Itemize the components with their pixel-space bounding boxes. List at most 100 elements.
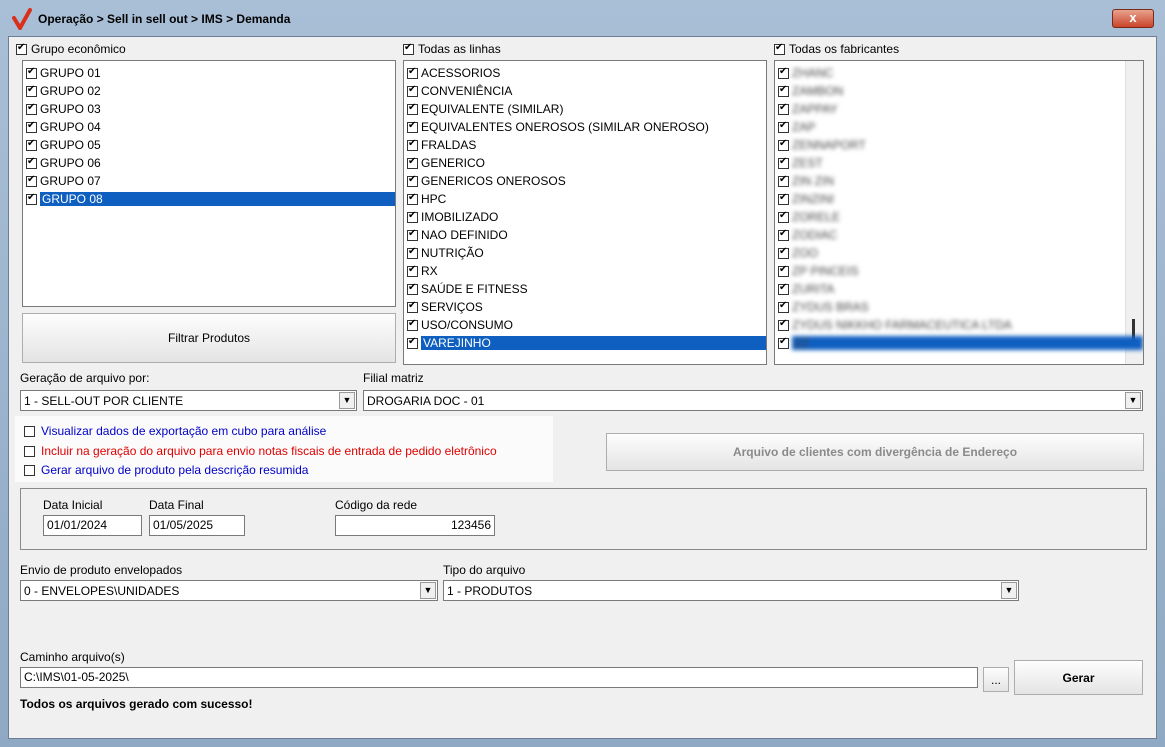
list-item-checkbox[interactable] [778, 282, 789, 295]
list-item[interactable]: ZHANC [775, 64, 1143, 82]
list-item-checkbox[interactable] [778, 246, 789, 259]
list-item[interactable]: GENERICOS ONEROSOS [404, 172, 766, 190]
list-item[interactable]: ZIN ZIN [775, 172, 1143, 190]
list-item[interactable]: SERVIÇOS [404, 298, 766, 316]
list-item[interactable]: ACESSORIOS [404, 64, 766, 82]
option-invoices-checkbox[interactable] [24, 445, 35, 457]
list-item[interactable]: GRUPO 08 [23, 190, 395, 208]
option-summary[interactable]: Gerar arquivo de produto pela descrição … [24, 463, 308, 477]
chevron-down-icon[interactable]: ▼ [339, 392, 355, 409]
list-item[interactable]: RX [404, 262, 766, 280]
list-item-checkbox[interactable] [407, 156, 418, 169]
manufacturers-scrollbar[interactable] [1125, 61, 1143, 364]
list-item[interactable]: GRUPO 01 [23, 64, 395, 82]
address-divergence-button[interactable]: Arquivo de clientes com divergência de E… [606, 433, 1144, 471]
list-item[interactable]: GRUPO 07 [23, 172, 395, 190]
list-item[interactable]: USO/CONSUMO [404, 316, 766, 334]
list-item[interactable]: GRUPO 05 [23, 136, 395, 154]
chevron-down-icon[interactable]: ▼ [1125, 392, 1141, 409]
list-item-checkbox[interactable] [407, 264, 418, 277]
list-item-checkbox[interactable] [778, 192, 789, 205]
list-item-checkbox[interactable] [26, 120, 37, 133]
list-item-checkbox[interactable] [407, 246, 418, 259]
list-item[interactable]: EQUIVALENTES ONEROSOS (SIMILAR ONEROSO) [404, 118, 766, 136]
list-item-checkbox[interactable] [778, 102, 789, 115]
list-item[interactable]: VAREJINHO [404, 334, 766, 352]
list-item-checkbox[interactable] [778, 264, 789, 277]
groups-list[interactable]: GRUPO 01 GRUPO 02 GRUPO 03 GRUPO 04 GRUPO 05… [22, 60, 396, 307]
list-item[interactable]: ZENNAPORT [775, 136, 1143, 154]
chevron-down-icon[interactable]: ▼ [1001, 582, 1017, 599]
list-item[interactable]: ZAMBON [775, 82, 1143, 100]
list-item-checkbox[interactable] [26, 174, 37, 187]
list-item-checkbox[interactable] [778, 228, 789, 241]
list-item[interactable]: ZP PINCEIS [775, 262, 1143, 280]
close-button[interactable]: x [1112, 9, 1154, 28]
list-item-checkbox[interactable] [407, 102, 418, 115]
path-input[interactable]: C:\IMS\01-05-2025\ [20, 667, 978, 688]
list-item[interactable]: ZODIAC [775, 226, 1143, 244]
list-item-checkbox[interactable] [407, 174, 418, 187]
option-invoices[interactable]: Incluir na geração do arquivo para envio… [24, 444, 497, 458]
groups-all-checkbox[interactable] [16, 42, 27, 55]
manufacturers-all-checkbox[interactable] [774, 42, 785, 55]
end-date-input[interactable]: 01/05/2025 [149, 515, 245, 536]
list-item-checkbox[interactable] [407, 210, 418, 223]
lines-all-checkbox[interactable] [403, 42, 414, 55]
manufacturers-header[interactable]: Todas os fabricantes [774, 41, 899, 57]
list-item[interactable]: ZAPPAY [775, 100, 1143, 118]
list-item-checkbox[interactable] [407, 282, 418, 295]
list-item-checkbox[interactable] [407, 300, 418, 313]
generate-button[interactable]: Gerar [1014, 660, 1143, 695]
list-item-checkbox[interactable] [407, 336, 418, 349]
list-item-checkbox[interactable] [407, 228, 418, 241]
branch-select[interactable]: DROGARIA DOC - 01 ▼ [363, 390, 1143, 411]
list-item[interactable]: NUTRIÇÃO [404, 244, 766, 262]
generation-select[interactable]: 1 - SELL-OUT POR CLIENTE ▼ [20, 390, 357, 411]
option-cube[interactable]: Visualizar dados de exportação em cubo p… [24, 424, 326, 438]
list-item-checkbox[interactable] [26, 192, 37, 205]
list-item-checkbox[interactable] [26, 102, 37, 115]
list-item[interactable]: HPC [404, 190, 766, 208]
list-item-checkbox[interactable] [407, 192, 418, 205]
manufacturers-list[interactable]: ZHANC ZAMBON ZAPPAY ZAP ZENNAPORT ZEST ZIN ZIN… [774, 60, 1144, 365]
list-item-checkbox[interactable] [778, 300, 789, 313]
list-item[interactable]: ZINZINI [775, 190, 1143, 208]
groups-header[interactable]: Grupo econômico [16, 41, 126, 57]
filter-products-button[interactable]: Filtrar Produtos [22, 313, 396, 363]
list-item-checkbox[interactable] [778, 138, 789, 151]
list-item-checkbox[interactable] [778, 156, 789, 169]
list-item-checkbox[interactable] [407, 138, 418, 151]
list-item-checkbox[interactable] [778, 120, 789, 133]
list-item-checkbox[interactable] [26, 156, 37, 169]
option-summary-checkbox[interactable] [24, 464, 35, 476]
list-item[interactable]: FRALDAS [404, 136, 766, 154]
list-item-checkbox[interactable] [778, 336, 789, 349]
list-item-checkbox[interactable] [26, 66, 37, 79]
file-type-select[interactable]: 1 - PRODUTOS ▼ [443, 580, 1019, 601]
network-code-input[interactable]: 123456 [335, 515, 495, 536]
list-item-checkbox[interactable] [26, 138, 37, 151]
list-item-checkbox[interactable] [778, 210, 789, 223]
lines-header[interactable]: Todas as linhas [403, 41, 501, 57]
list-item-checkbox[interactable] [778, 84, 789, 97]
list-item[interactable]: SAÚDE E FITNESS [404, 280, 766, 298]
list-item[interactable]: GENERICO [404, 154, 766, 172]
list-item[interactable]: GRUPO 02 [23, 82, 395, 100]
list-item[interactable]: IMOBILIZADO [404, 208, 766, 226]
chevron-down-icon[interactable]: ▼ [420, 582, 436, 599]
list-item[interactable]: NAO DEFINIDO [404, 226, 766, 244]
list-item[interactable]: ZZ [775, 334, 1143, 352]
list-item-checkbox[interactable] [407, 84, 418, 97]
list-item[interactable]: ZEST [775, 154, 1143, 172]
list-item-checkbox[interactable] [778, 174, 789, 187]
list-item-checkbox[interactable] [407, 318, 418, 331]
list-item[interactable]: ZURITA [775, 280, 1143, 298]
list-item-checkbox[interactable] [407, 120, 418, 133]
list-item[interactable]: GRUPO 06 [23, 154, 395, 172]
lines-list[interactable]: ACESSORIOS CONVENIÊNCIA EQUIVALENTE (SIMIL… [403, 60, 767, 365]
list-item[interactable]: EQUIVALENTE (SIMILAR) [404, 100, 766, 118]
envelope-select[interactable]: 0 - ENVELOPES\UNIDADES ▼ [20, 580, 438, 601]
list-item[interactable]: ZYDUS NIKKHO FARMACEUTICA LTDA [775, 316, 1143, 334]
list-item-checkbox[interactable] [407, 66, 418, 79]
